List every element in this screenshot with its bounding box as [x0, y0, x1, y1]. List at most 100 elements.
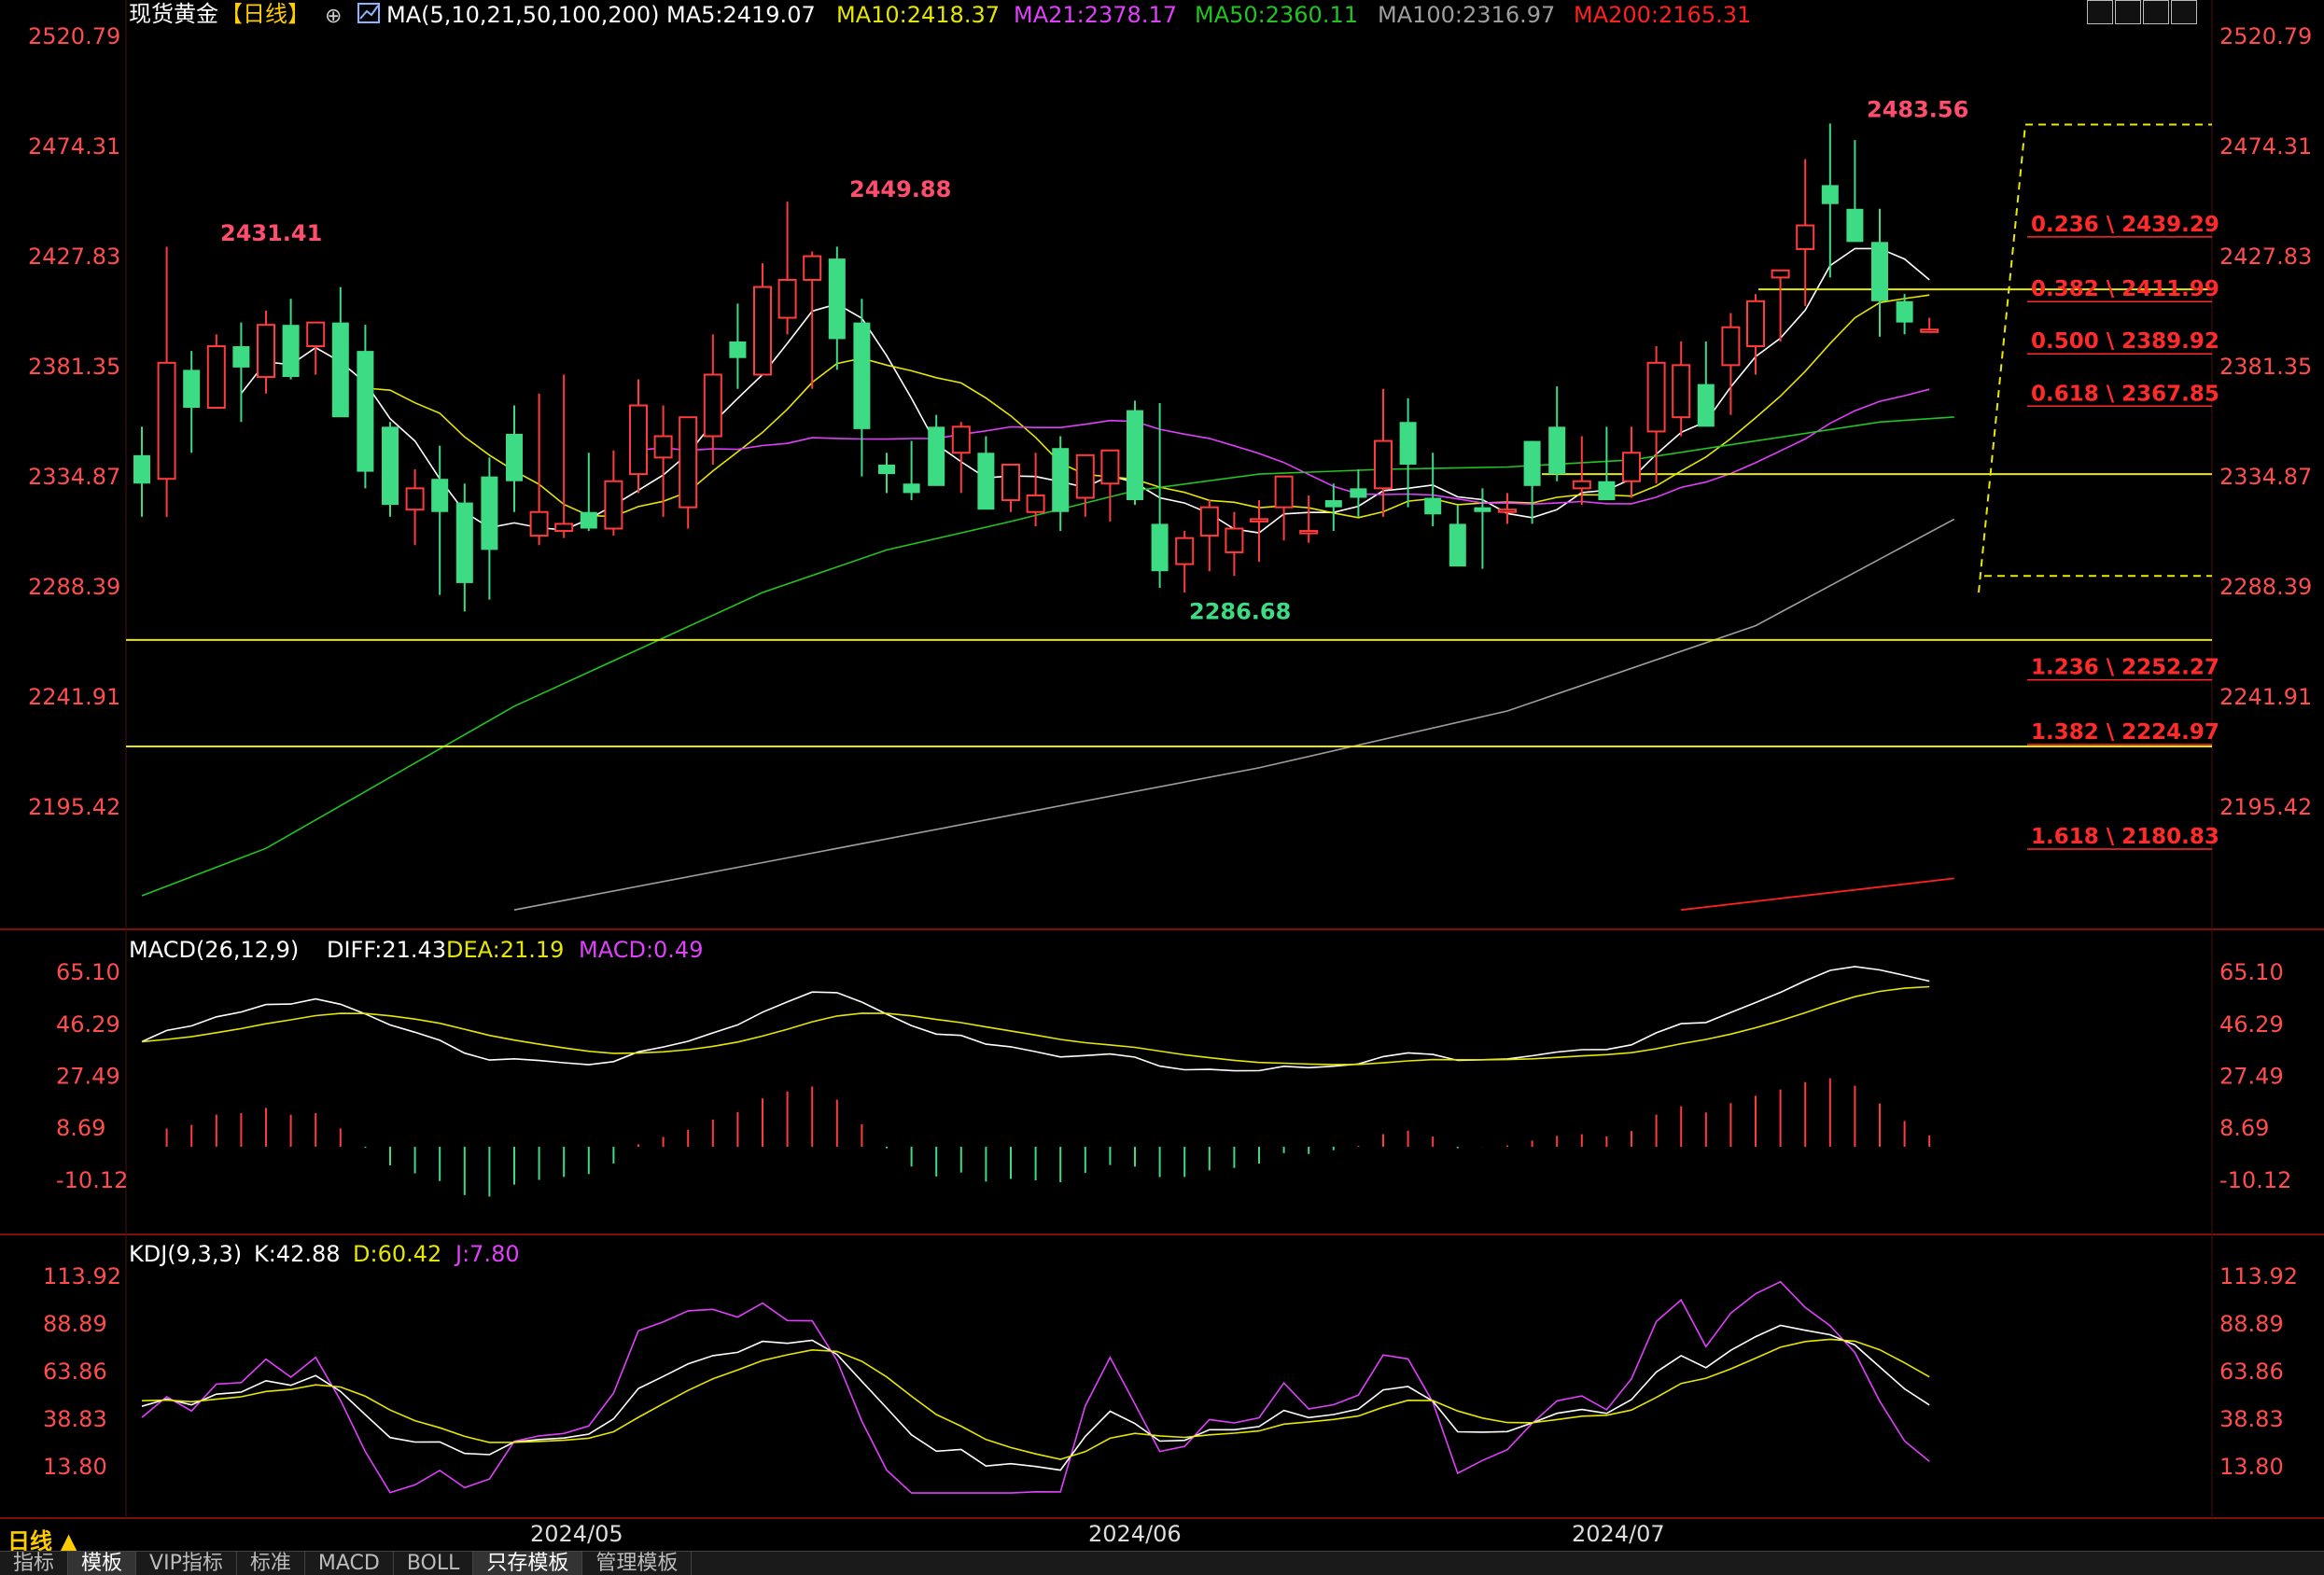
- candle-body[interactable]: [1622, 452, 1641, 482]
- candle-body[interactable]: [455, 502, 473, 583]
- candle-body[interactable]: [1075, 453, 1095, 499]
- candle-body[interactable]: [1225, 527, 1244, 553]
- candle-body[interactable]: [1721, 326, 1741, 367]
- candle-body[interactable]: [853, 322, 871, 429]
- candle-body[interactable]: [1920, 328, 1939, 333]
- candle-body[interactable]: [282, 325, 300, 378]
- chart-canvas[interactable]: 2520.79 2520.79 2474.31 2474.31 2427.83 2427.…: [0, 0, 2324, 1574]
- candle-body[interactable]: [928, 426, 945, 486]
- candle-body[interactable]: [405, 487, 425, 511]
- price-axis-label-left: 2288.39: [28, 574, 120, 600]
- candle-body[interactable]: [481, 476, 498, 551]
- candle-body[interactable]: [1151, 523, 1169, 572]
- candle-body[interactable]: [1646, 361, 1666, 433]
- candle-body[interactable]: [951, 425, 971, 454]
- tab-manage-template[interactable]: 管理模板: [582, 1552, 693, 1575]
- candle-body[interactable]: [506, 433, 523, 481]
- price-axis-label-right: 2474.31: [2219, 133, 2312, 160]
- candle-body[interactable]: [878, 464, 895, 475]
- kdj-title: KDJ(9,3,3): [129, 1241, 242, 1267]
- layout-4-icon[interactable]: [2171, 0, 2197, 24]
- candle-body[interactable]: [382, 426, 399, 506]
- candle-body[interactable]: [729, 341, 747, 358]
- tab-standard[interactable]: 标准: [237, 1552, 305, 1575]
- tab-macd[interactable]: MACD: [305, 1552, 394, 1575]
- tab-indicator[interactable]: 指标: [0, 1552, 69, 1575]
- layout-1-icon[interactable]: [2087, 0, 2113, 24]
- macd-axis-label-right: 8.69: [2219, 1115, 2269, 1141]
- kdj-panel[interactable]: 113.92 113.92 88.89 88.89 63.86 63.86 38.83 38.…: [43, 1263, 2298, 1494]
- tab-boll[interactable]: BOLL: [394, 1552, 474, 1575]
- candle-body[interactable]: [1324, 500, 1342, 508]
- candle-body[interactable]: [1697, 383, 1715, 427]
- candle-body[interactable]: [431, 479, 449, 512]
- candle-body[interactable]: [1498, 509, 1517, 513]
- kdj-j-label: J:7.80: [454, 1241, 520, 1267]
- candle-body[interactable]: [1350, 488, 1367, 498]
- candle-body[interactable]: [1598, 481, 1616, 501]
- candle-body[interactable]: [604, 480, 623, 530]
- candle-body[interactable]: [206, 345, 226, 410]
- candle-body[interactable]: [753, 286, 772, 376]
- candle-body[interactable]: [232, 346, 250, 368]
- candle-body[interactable]: [157, 361, 176, 481]
- candle-body[interactable]: [580, 511, 597, 529]
- candle-body[interactable]: [1250, 518, 1268, 523]
- candle-body[interactable]: [1175, 537, 1195, 565]
- candle-body[interactable]: [331, 322, 349, 418]
- candle-body[interactable]: [1399, 422, 1417, 465]
- candle-body[interactable]: [653, 435, 673, 459]
- candle-body[interactable]: [554, 523, 574, 533]
- candle-body[interactable]: [1100, 449, 1120, 485]
- candle-body[interactable]: [1474, 507, 1491, 512]
- candle-body[interactable]: [1299, 530, 1319, 535]
- candle-body[interactable]: [1871, 242, 1888, 301]
- candle-body[interactable]: [529, 510, 549, 537]
- candle-body[interactable]: [1026, 494, 1045, 513]
- candle-body[interactable]: [1424, 497, 1442, 515]
- candle-body[interactable]: [629, 404, 648, 476]
- candle-body[interactable]: [703, 373, 722, 438]
- macd-axis-label-right: -10.12: [2219, 1167, 2291, 1193]
- candle-body[interactable]: [977, 453, 995, 510]
- candle-body[interactable]: [803, 255, 822, 281]
- candle-body[interactable]: [1771, 269, 1790, 279]
- candle-body[interactable]: [1821, 185, 1839, 204]
- candle-body[interactable]: [1746, 300, 1765, 348]
- candle-body[interactable]: [1374, 439, 1393, 490]
- symbol-name: 现货黄金: [129, 1, 218, 27]
- price-panel[interactable]: 2520.79 2520.79 2474.31 2474.31 2427.83 2427.…: [28, 23, 2312, 912]
- candle-body[interactable]: [1001, 463, 1020, 502]
- candle-body[interactable]: [257, 324, 275, 379]
- candle-body[interactable]: [1796, 224, 1815, 250]
- candle-body[interactable]: [1199, 506, 1219, 537]
- settings-icon[interactable]: ⊕: [325, 5, 342, 28]
- tab-template[interactable]: 模板: [68, 1552, 137, 1575]
- candle-body[interactable]: [1548, 426, 1566, 475]
- candle-body[interactable]: [1523, 440, 1541, 486]
- candle-body[interactable]: [1127, 410, 1143, 501]
- candle-body[interactable]: [1672, 364, 1691, 419]
- candle-body[interactable]: [1052, 448, 1070, 512]
- candle-body[interactable]: [1896, 300, 1913, 323]
- macd-panel[interactable]: 65.10 65.10 46.29 46.29 27.49 27.49 8.69 8.69 -1…: [56, 959, 2291, 1197]
- candle-body[interactable]: [1274, 475, 1294, 509]
- candle-body[interactable]: [306, 321, 326, 348]
- candle-body[interactable]: [183, 369, 201, 409]
- candle-body[interactable]: [777, 278, 797, 319]
- candle-body[interactable]: [1572, 480, 1591, 490]
- candle-body[interactable]: [1846, 208, 1864, 243]
- layout-2-icon[interactable]: [2115, 0, 2141, 24]
- candle-body[interactable]: [357, 351, 374, 472]
- candle-body[interactable]: [133, 454, 150, 484]
- candle-body[interactable]: [828, 258, 846, 340]
- bottom-tab-bar: 指标 模板 VIP指标 标准 MACD BOLL 只存模板 管理模板: [0, 1551, 2324, 1575]
- candle-body[interactable]: [903, 483, 920, 494]
- candle-body[interactable]: [679, 416, 698, 509]
- layout-3-icon[interactable]: [2143, 0, 2169, 24]
- candle-body[interactable]: [1449, 523, 1466, 567]
- kdj-axis-label-right: 38.83: [2219, 1406, 2284, 1432]
- tab-save-template[interactable]: 只存模板: [473, 1552, 583, 1575]
- kdj-d-label: D:60.42: [353, 1241, 441, 1267]
- tab-vip-indicator[interactable]: VIP指标: [136, 1552, 237, 1575]
